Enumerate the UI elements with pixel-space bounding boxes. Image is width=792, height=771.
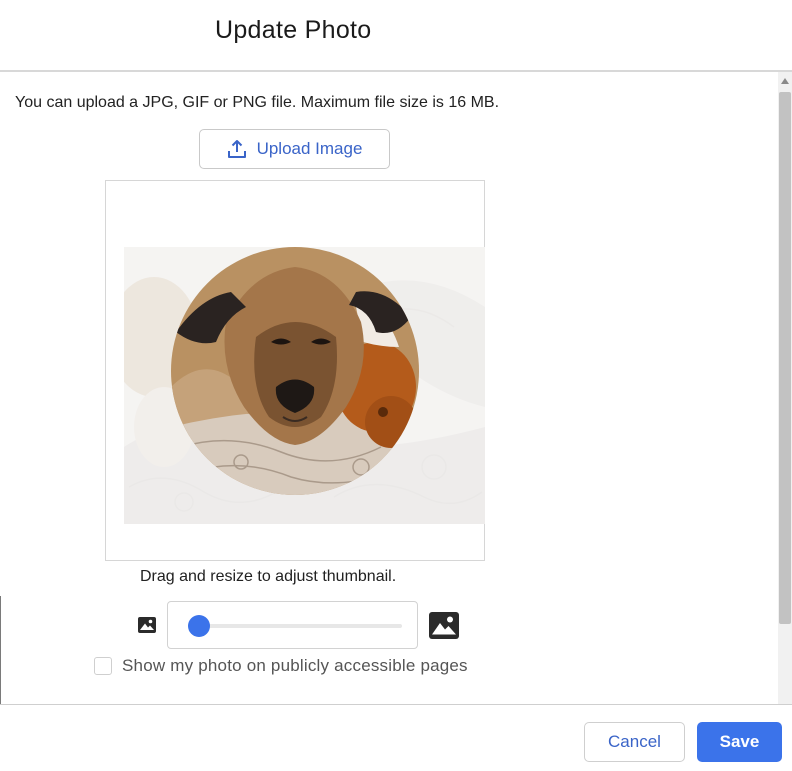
upload-image-button[interactable]: Upload Image [199, 129, 390, 169]
zoom-slider-container [167, 601, 418, 649]
scroll-up-arrow-icon[interactable] [778, 72, 792, 90]
vertical-scrollbar[interactable] [778, 72, 792, 704]
zoom-slider-thumb[interactable] [187, 615, 210, 637]
update-photo-dialog: Update Photo You can upload a JPG, GIF o… [0, 0, 792, 771]
upload-image-label: Upload Image [256, 139, 363, 158]
dialog-footer: Cancel Save [0, 704, 792, 771]
upload-icon [227, 139, 247, 159]
crop-selection-circle[interactable] [171, 247, 419, 495]
public-photo-checkbox-label: Show my photo on publicly accessible pag… [122, 656, 468, 675]
image-large-icon [429, 612, 459, 644]
left-edge-line [0, 596, 1, 704]
save-button[interactable]: Save [697, 722, 782, 762]
upload-help-text: You can upload a JPG, GIF or PNG file. M… [15, 94, 500, 111]
dialog-header: Update Photo [0, 0, 792, 71]
scrollbar-thumb[interactable] [779, 92, 791, 624]
public-photo-checkbox[interactable] [94, 657, 112, 675]
image-small-icon [138, 617, 156, 638]
zoom-slider-track[interactable] [187, 615, 402, 637]
cancel-button[interactable]: Cancel [584, 722, 685, 762]
public-photo-checkbox-row[interactable]: Show my photo on publicly accessible pag… [94, 656, 468, 676]
crop-caption: Drag and resize to adjust thumbnail. [140, 568, 397, 585]
dialog-title: Update Photo [215, 16, 372, 44]
